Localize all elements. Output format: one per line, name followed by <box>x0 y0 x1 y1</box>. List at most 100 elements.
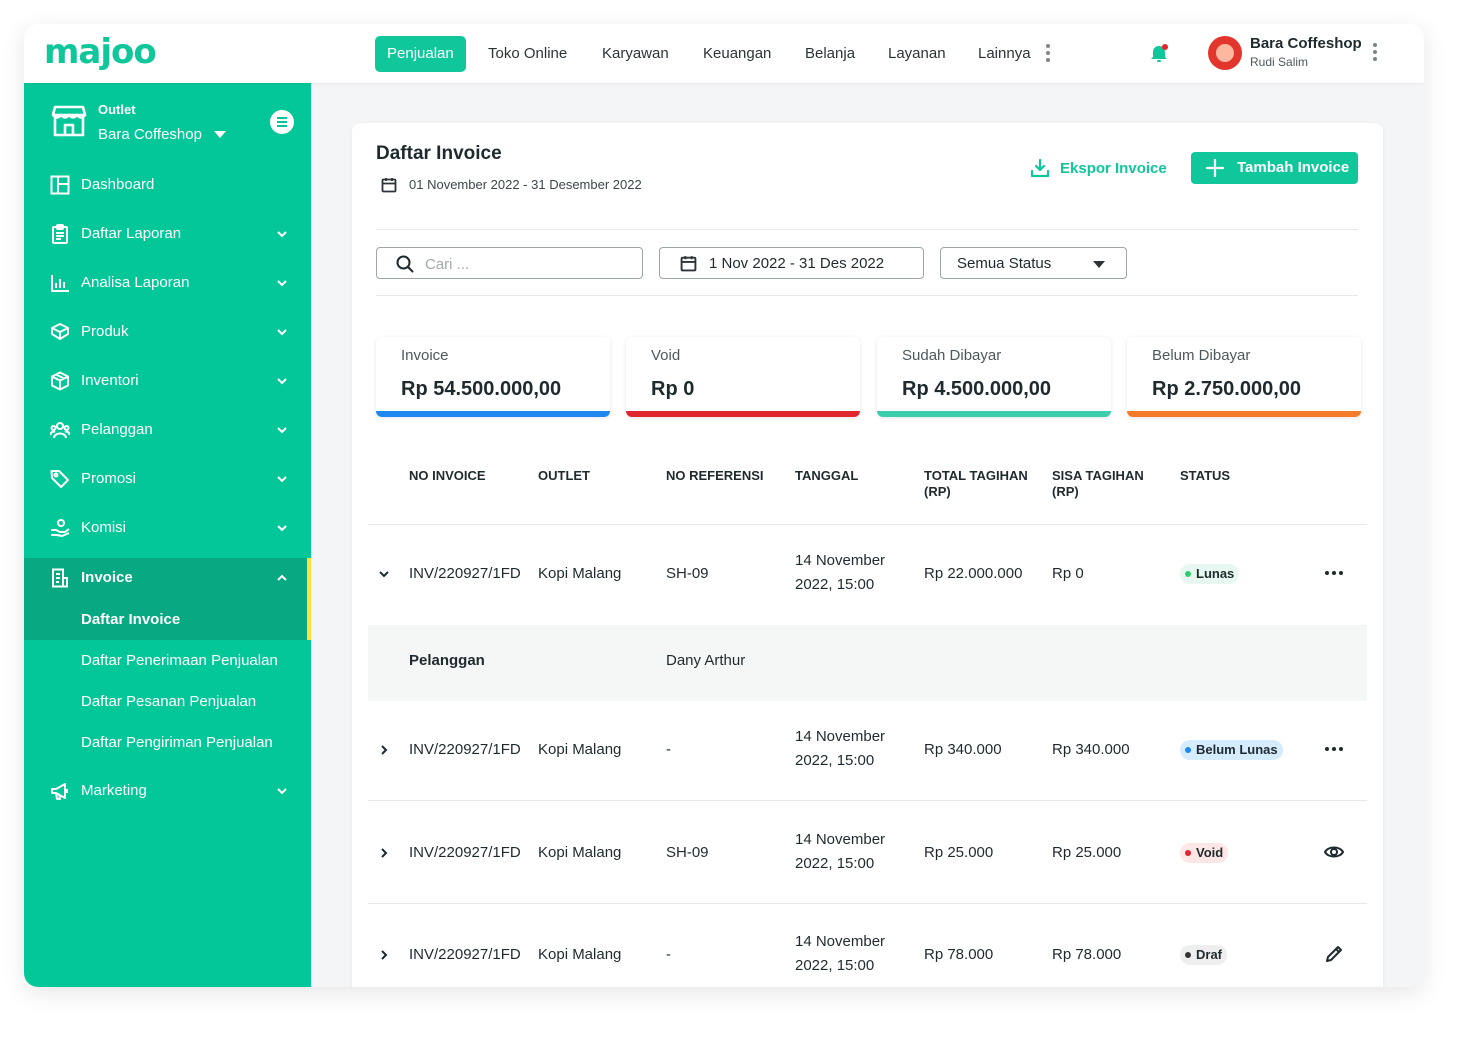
sidebar-item-marketing[interactable]: Marketing <box>24 771 311 811</box>
cell-no-invoice[interactable]: INV/220927/1FD <box>409 844 521 861</box>
status-select[interactable]: Semua Status <box>940 247 1127 279</box>
status-badge: Void <box>1180 843 1229 863</box>
column-header-line: (RP) <box>1052 484 1079 499</box>
sidebar-subitem-daftar-pengiriman-penjualan[interactable]: Daftar Pengiriman Penjualan <box>81 734 273 751</box>
cell-tanggal: 14 November 2022, 15:00 <box>795 728 886 769</box>
sidebar-item-produk[interactable]: Produk <box>24 312 311 352</box>
tag-icon <box>50 470 69 488</box>
eye-icon[interactable] <box>1324 844 1344 860</box>
tab-layanan[interactable]: Layanan <box>876 36 958 72</box>
sidebar-subitem-daftar-invoice[interactable]: Daftar Invoice <box>81 611 180 628</box>
stat-label: Invoice <box>401 347 449 364</box>
tab-karyawan[interactable]: Karyawan <box>590 36 681 72</box>
outlet-label: Outlet <box>98 102 136 117</box>
more-icon[interactable] <box>1325 747 1343 753</box>
sidebar-item-pelanggan[interactable]: Pelanggan <box>24 410 311 450</box>
outlet-selector[interactable]: Bara Coffeshop <box>98 126 202 143</box>
chevron-down-icon <box>277 427 287 434</box>
row-divider <box>368 800 1367 801</box>
date-range-picker[interactable]: 1 Nov 2022 - 31 Des 2022 <box>659 247 924 279</box>
download-icon <box>1030 158 1050 178</box>
cell-no-invoice[interactable]: INV/220927/1FD <box>409 565 521 582</box>
cell-no-invoice[interactable]: INV/220927/1FD <box>409 946 521 963</box>
stat-value: Rp 4.500.000,00 <box>902 378 1051 400</box>
stat-card-sudah-dibayar: Sudah Dibayar Rp 4.500.000,00 <box>877 337 1111 417</box>
search-field[interactable] <box>376 247 643 279</box>
chevron-right-icon[interactable] <box>378 949 390 961</box>
stat-card-invoice: Invoice Rp 54.500.000,00 <box>376 337 610 417</box>
sidebar-menu-icon[interactable] <box>270 110 294 134</box>
expanded-row-detail <box>368 625 1367 701</box>
status-badge: Draf <box>1180 945 1228 965</box>
stat-value: Rp 0 <box>651 378 695 400</box>
sidebar-item-label: Analisa Laporan <box>81 274 190 291</box>
search-input[interactable] <box>425 254 625 274</box>
store-icon <box>51 104 87 138</box>
page-date-range: 01 November 2022 - 31 Desember 2022 <box>409 177 642 192</box>
stat-card-void: Void Rp 0 <box>626 337 860 417</box>
user-menu-icon[interactable] <box>1373 43 1377 64</box>
detail-value: Dany Arthur <box>666 652 746 669</box>
chevron-down-icon <box>277 476 287 483</box>
chevron-right-icon[interactable] <box>378 744 390 756</box>
column-header-line: (RP) <box>924 484 951 499</box>
cell-sisa-tagihan: Rp 0 <box>1052 565 1084 582</box>
users-icon <box>50 422 70 439</box>
column-header-total-tagihan: TOTAL TAGIHAN (RP) <box>924 468 1028 500</box>
cell-no-invoice[interactable]: INV/220927/1FD <box>409 741 521 758</box>
sidebar-item-dashboard[interactable]: Dashboard <box>24 165 311 205</box>
outlet-caret-icon[interactable] <box>214 131 226 138</box>
sidebar-item-komisi[interactable]: Komisi <box>24 508 311 548</box>
sidebar-item-analisa-laporan[interactable]: Analisa Laporan <box>24 263 311 303</box>
clipboard-icon <box>52 224 68 244</box>
cell-outlet: Kopi Malang <box>538 741 622 758</box>
column-header-status: STATUS <box>1180 468 1231 483</box>
top-navigation-bar: majoo Penjualan Toko Online Karyawan Keu… <box>24 24 1424 83</box>
invoice-icon <box>52 568 68 588</box>
sidebar-item-label: Dashboard <box>81 176 155 193</box>
stat-value: Rp 54.500.000,00 <box>401 378 562 400</box>
chevron-down-icon <box>277 231 287 238</box>
tab-keuangan[interactable]: Keuangan <box>691 36 783 72</box>
cell-tanggal: 14 November 2022, 15:00 <box>795 552 886 593</box>
chevron-right-icon[interactable] <box>378 847 390 859</box>
date-range-value: 1 Nov 2022 - 31 Des 2022 <box>709 255 885 272</box>
cell-total-tagihan: Rp 25.000 <box>924 844 994 861</box>
cell-total-tagihan: Rp 78.000 <box>924 946 994 963</box>
cell-no-referensi: SH-09 <box>666 844 709 861</box>
package-icon <box>51 371 69 391</box>
bell-icon[interactable] <box>1148 43 1170 65</box>
chevron-down-icon <box>277 525 287 532</box>
sidebar-item-daftar-laporan[interactable]: Daftar Laporan <box>24 214 311 254</box>
chevron-down-icon <box>277 329 287 336</box>
column-header-sisa-tagihan: SISA TAGIHAN (RP) <box>1052 468 1144 500</box>
chevron-down-icon[interactable] <box>378 568 390 580</box>
cell-tanggal: 14 November 2022, 15:00 <box>795 831 886 872</box>
tab-penjualan[interactable]: Penjualan <box>375 36 466 72</box>
sidebar-item-inventori[interactable]: Inventori <box>24 361 311 401</box>
avatar[interactable] <box>1208 36 1242 70</box>
add-invoice-button[interactable]: Tambah Invoice <box>1191 152 1358 184</box>
app-window: majoo Penjualan Toko Online Karyawan Keu… <box>24 24 1424 987</box>
hand-coin-icon <box>51 519 70 537</box>
megaphone-icon <box>51 783 68 800</box>
sidebar-subitem-daftar-penerimaan-penjualan[interactable]: Daftar Penerimaan Penjualan <box>81 652 278 669</box>
chevron-down-icon <box>277 378 287 385</box>
tab-lainnya[interactable]: Lainnya <box>966 36 1043 72</box>
status-badge: Belum Lunas <box>1180 740 1283 760</box>
sidebar-item-label: Marketing <box>81 782 147 799</box>
invoice-list-card: Daftar Invoice 01 November 2022 - 31 Des… <box>352 123 1383 987</box>
sidebar-item-promosi[interactable]: Promosi <box>24 459 311 499</box>
more-icon[interactable] <box>1325 571 1343 577</box>
sidebar-item-invoice[interactable]: Invoice <box>24 558 311 598</box>
tab-belanja[interactable]: Belanja <box>793 36 867 72</box>
cell-no-referensi: - <box>666 946 671 963</box>
majoo-logo[interactable]: majoo <box>44 32 168 74</box>
pencil-icon[interactable] <box>1325 945 1343 963</box>
chevron-up-icon <box>277 574 287 581</box>
lainnya-more-icon[interactable] <box>1046 44 1050 65</box>
sidebar-subitem-daftar-pesanan-penjualan[interactable]: Daftar Pesanan Penjualan <box>81 693 256 710</box>
user-subtitle: Rudi Salim <box>1250 55 1309 69</box>
column-header-line: SISA TAGIHAN <box>1052 468 1144 483</box>
tab-toko-online[interactable]: Toko Online <box>476 36 579 72</box>
